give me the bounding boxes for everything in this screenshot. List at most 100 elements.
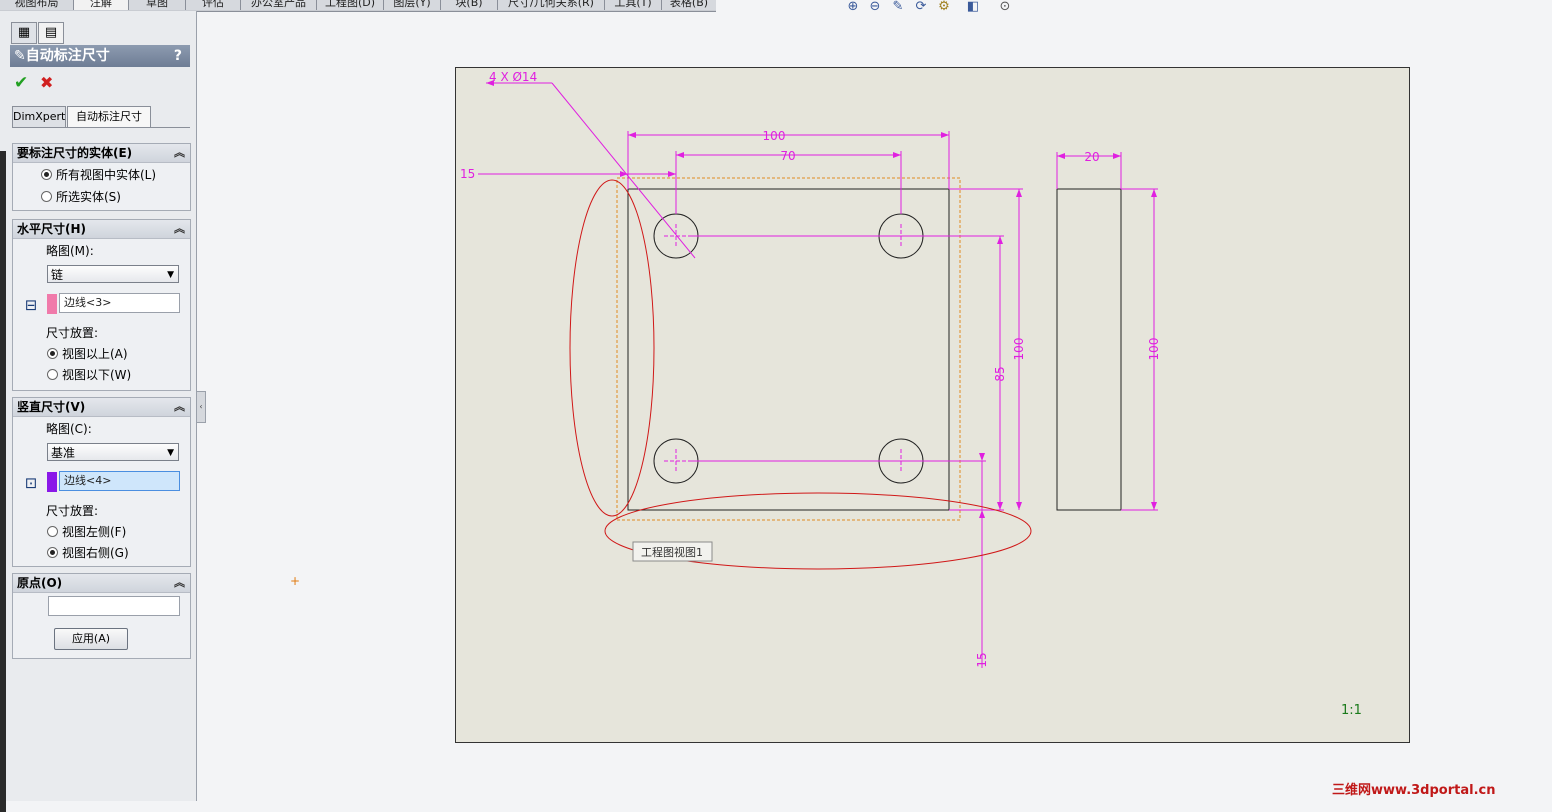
entities-group: 要标注尺寸的实体(E) ︽ 所有视图中实体(L) 所选实体(S) bbox=[12, 143, 191, 211]
property-manager-title: ✎自动标注尺寸 ? bbox=[10, 45, 190, 67]
panel-title-text: 自动标注尺寸 bbox=[25, 48, 110, 64]
view-label-tag[interactable]: 工程图视图1 bbox=[632, 541, 713, 562]
radio-below-view-label: 视图以下(W) bbox=[62, 368, 132, 382]
collapse-chevron-icon[interactable]: ︽ bbox=[174, 144, 185, 162]
dimension-lines bbox=[478, 82, 1158, 668]
vertical-scheme-label: 略图(C): bbox=[46, 422, 92, 436]
radio-indicator bbox=[41, 191, 52, 202]
vertical-group-header[interactable]: 竖直尺寸(V) ︽ bbox=[13, 398, 190, 417]
collapse-chevron-icon[interactable]: ︽ bbox=[174, 220, 185, 238]
vertical-dimensions-group: 竖直尺寸(V) ︽ 略图(C): 基准 ▼ ⊡ 边线<4> 尺寸放置: 视图左侧(F… bbox=[12, 397, 191, 567]
drawing-canvas[interactable]: 4 X Ø14 100 70 15 20 85 100 15 100 工程图视图… bbox=[456, 68, 1409, 742]
radio-selected-entities[interactable]: 所选实体(S) bbox=[41, 188, 121, 205]
zoom-area-icon[interactable]: ⊖ bbox=[867, 0, 883, 14]
tab-tables[interactable]: 表格(B) bbox=[662, 0, 716, 10]
settings-icon[interactable]: ⚙ bbox=[936, 0, 952, 14]
drawing-sheet[interactable]: 4 X Ø14 100 70 15 20 85 100 15 100 工程图视图… bbox=[455, 67, 1410, 743]
dim-side-20[interactable]: 20 bbox=[1084, 150, 1099, 164]
tab-tools[interactable]: 工具(T) bbox=[605, 0, 662, 10]
vertical-edge-field[interactable]: 边线<4> bbox=[59, 471, 180, 491]
tab-auto-dimension[interactable]: 自动标注尺寸 bbox=[67, 106, 151, 128]
smart-dimension-icon: ✎ bbox=[14, 48, 26, 64]
radio-indicator bbox=[47, 369, 58, 380]
collapse-chevron-icon[interactable]: ︽ bbox=[174, 398, 185, 416]
entities-header-text: 要标注尺寸的实体(E) bbox=[17, 146, 133, 160]
view-label-text: 工程图视图1 bbox=[641, 545, 703, 559]
radio-indicator bbox=[47, 526, 58, 537]
radio-right-of-view[interactable]: 视图右侧(G) bbox=[47, 544, 129, 561]
pan-icon[interactable]: ✎ bbox=[890, 0, 906, 14]
radio-selected-entities-label: 所选实体(S) bbox=[56, 190, 121, 204]
horizontal-dimension-icon: ⊟ bbox=[24, 296, 38, 314]
ok-button[interactable]: ✔ bbox=[14, 73, 28, 93]
collapse-chevron-icon[interactable]: ︽ bbox=[174, 574, 185, 592]
feature-tree-tab[interactable]: ▦ bbox=[11, 22, 37, 44]
help-button[interactable]: ? bbox=[174, 45, 182, 67]
subtab-divider bbox=[12, 127, 190, 128]
radio-left-of-view[interactable]: 视图左侧(F) bbox=[47, 523, 126, 540]
tab-dimensions-relations[interactable]: 尺寸/几何关系(R) bbox=[498, 0, 605, 10]
origin-marker: + bbox=[290, 574, 301, 588]
apply-button[interactable]: 应用(A) bbox=[54, 628, 128, 650]
dim-left-15[interactable]: 15 bbox=[460, 167, 475, 181]
vertical-dimension-icon: ⊡ bbox=[24, 474, 38, 492]
radio-all-entities-label: 所有视图中实体(L) bbox=[56, 168, 157, 182]
watermark-text: 三维网www.3dportal.cn bbox=[1332, 783, 1496, 798]
horizontal-scheme-label: 略图(M): bbox=[46, 244, 94, 258]
tab-drawing[interactable]: 工程图(D) bbox=[317, 0, 384, 10]
tab-layers[interactable]: 图层(Y) bbox=[384, 0, 441, 10]
radio-above-view[interactable]: 视图以上(A) bbox=[47, 345, 128, 362]
horizontal-dimensions-group: 水平尺寸(H) ︽ 略图(M): 链 ▼ ⊟ 边线<3> 尺寸放置: 视图以上(A)… bbox=[12, 219, 191, 391]
vertical-scheme-select[interactable]: 基准 ▼ bbox=[47, 443, 179, 461]
panel-left-edge bbox=[0, 151, 6, 812]
radio-indicator bbox=[41, 169, 52, 180]
radio-below-view[interactable]: 视图以下(W) bbox=[47, 366, 131, 383]
tab-sketch[interactable]: 草图 bbox=[129, 0, 186, 10]
property-manager-tab[interactable]: ▤ bbox=[38, 22, 64, 44]
tab-annotation[interactable]: 注解 bbox=[74, 0, 129, 10]
radio-right-of-view-label: 视图右侧(G) bbox=[62, 546, 129, 560]
vertical-edge-swatch bbox=[47, 472, 57, 492]
vertical-placement-label: 尺寸放置: bbox=[46, 504, 99, 518]
feature-tree-icon: ▦ bbox=[17, 25, 31, 40]
horizontal-scheme-select[interactable]: 链 ▼ bbox=[47, 265, 179, 283]
radio-indicator bbox=[47, 547, 58, 558]
radio-above-view-label: 视图以上(A) bbox=[62, 347, 128, 361]
origin-field[interactable] bbox=[48, 596, 180, 616]
zoom-fit-icon[interactable]: ⊕ bbox=[845, 0, 861, 14]
vertical-header-text: 竖直尺寸(V) bbox=[17, 400, 86, 414]
dim-side-100[interactable]: 100 bbox=[1147, 338, 1161, 361]
view-options-icon[interactable]: ⊙ bbox=[992, 0, 1018, 14]
radio-indicator bbox=[47, 348, 58, 359]
tab-dimxpert[interactable]: DimXpert bbox=[12, 106, 66, 128]
horizontal-edge-field[interactable]: 边线<3> bbox=[59, 293, 180, 313]
side-view-outline[interactable] bbox=[1056, 188, 1122, 511]
panel-collapse-handle[interactable]: ‹ bbox=[196, 391, 206, 423]
radio-all-entities[interactable]: 所有视图中实体(L) bbox=[41, 166, 156, 183]
dim-top-100[interactable]: 100 bbox=[763, 129, 786, 143]
tab-blocks[interactable]: 块(B) bbox=[441, 0, 498, 10]
sheet-scale: 1:1 bbox=[1341, 703, 1362, 718]
rotate-icon[interactable]: ⟳ bbox=[913, 0, 929, 14]
horizontal-edge-swatch bbox=[47, 294, 57, 314]
tab-evaluate[interactable]: 评估 bbox=[186, 0, 241, 10]
chevron-down-icon: ▼ bbox=[167, 448, 174, 458]
vertical-scheme-value: 基准 bbox=[51, 446, 76, 460]
origin-group-header[interactable]: 原点(O) ︽ bbox=[13, 574, 190, 593]
cancel-button[interactable]: ✖ bbox=[40, 73, 53, 92]
entities-group-header[interactable]: 要标注尺寸的实体(E) ︽ bbox=[13, 144, 190, 163]
dim-bottom-15[interactable]: 15 bbox=[975, 652, 989, 667]
tab-office-products[interactable]: 办公室产品 bbox=[241, 0, 317, 10]
tab-view-layout[interactable]: 视图布局 bbox=[0, 0, 74, 10]
dim-right-100[interactable]: 100 bbox=[1012, 338, 1026, 361]
horizontal-group-header[interactable]: 水平尺寸(H) ︽ bbox=[13, 220, 190, 239]
hole-callout[interactable]: 4 X Ø14 bbox=[489, 70, 537, 84]
center-marks bbox=[664, 224, 913, 473]
display-style-icon[interactable]: ◧ bbox=[960, 0, 986, 14]
dimension-arrowheads bbox=[486, 80, 1157, 518]
dim-right-85[interactable]: 85 bbox=[993, 366, 1007, 381]
property-manager-icon: ▤ bbox=[44, 25, 58, 40]
property-manager-panel: ▦ ▤ ✎自动标注尺寸 ? ✔ ✖ DimXpert 自动标注尺寸 要标注尺寸的… bbox=[0, 11, 197, 812]
radio-left-of-view-label: 视图左侧(F) bbox=[62, 525, 127, 539]
dim-top-70[interactable]: 70 bbox=[780, 149, 795, 163]
